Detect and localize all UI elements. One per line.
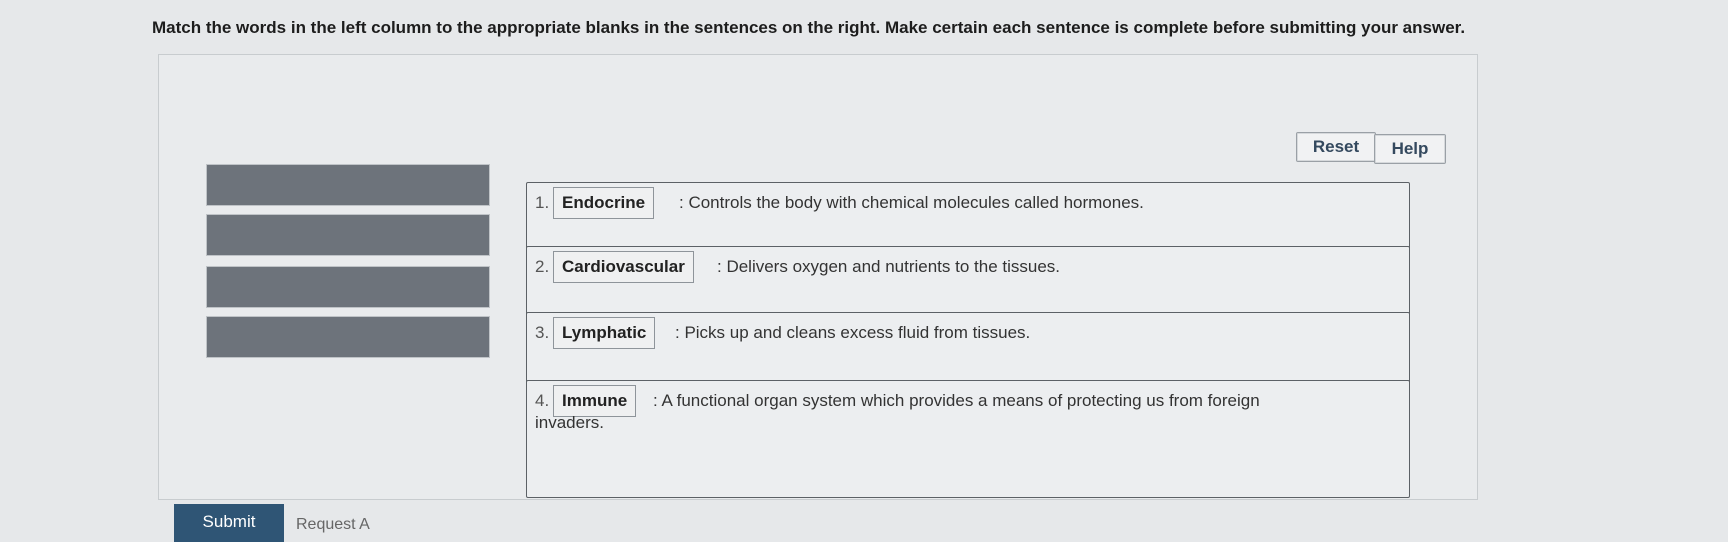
answer-chip-lymphatic[interactable]: Lymphatic: [553, 317, 656, 349]
sentence-number: 1.: [535, 193, 550, 212]
sentence-text: : Controls the body with chemical molecu…: [679, 193, 1144, 212]
sentence-number: 3.: [535, 323, 550, 342]
submit-button[interactable]: Submit: [174, 504, 284, 542]
sentence-3: 3. Lymphatic : Picks up and cleans exces…: [526, 312, 1410, 390]
sentence-text-continued: invaders.: [535, 413, 604, 432]
instructions-text: Match the words in the left column to th…: [152, 18, 1466, 37]
word-bank-slot[interactable]: [206, 316, 490, 358]
word-bank-slot[interactable]: [206, 164, 490, 206]
answer-chip-endocrine[interactable]: Endocrine: [553, 187, 655, 219]
sentence-number: 4.: [535, 391, 550, 410]
answer-chip-cardiovascular[interactable]: Cardiovascular: [553, 251, 694, 283]
sentence-text: : Picks up and cleans excess fluid from …: [675, 323, 1031, 342]
sentence-text: : A functional organ system which provid…: [653, 391, 1260, 410]
sentence-4: 4. Immune : A functional organ system wh…: [526, 380, 1410, 498]
word-bank-slot[interactable]: [206, 214, 490, 256]
word-bank-slot[interactable]: [206, 266, 490, 308]
sentence-number: 2.: [535, 257, 550, 276]
request-answer-link[interactable]: Request A: [296, 516, 370, 534]
help-button[interactable]: Help: [1374, 134, 1446, 164]
sentence-text: : Delivers oxygen and nutrients to the t…: [717, 257, 1061, 276]
reset-button[interactable]: Reset: [1296, 132, 1376, 162]
